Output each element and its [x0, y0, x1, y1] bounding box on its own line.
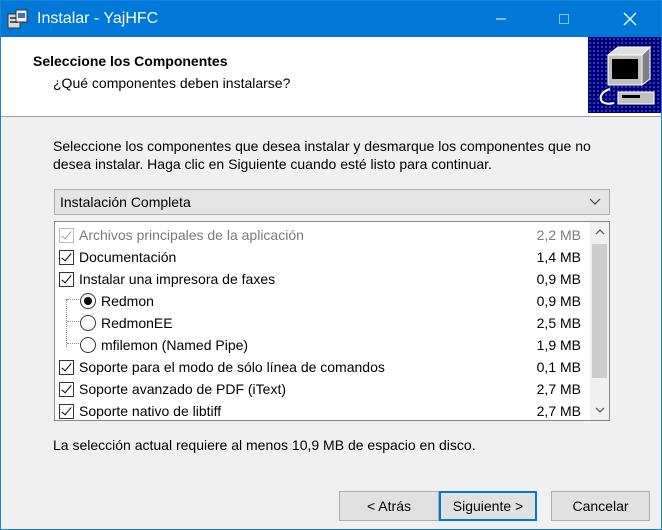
- minimize-button[interactable]: [478, 1, 524, 37]
- radio-button[interactable]: [80, 293, 96, 309]
- list-item[interactable]: Archivos principales de la aplicación 2,…: [55, 224, 585, 246]
- title-bar[interactable]: Instalar - YajHFC: [1, 1, 661, 37]
- disk-space-text: La selección actual requiere al menos 10…: [53, 437, 476, 453]
- checkbox[interactable]: [59, 249, 74, 265]
- computer-install-icon: [588, 37, 661, 113]
- scrollbar-thumb[interactable]: [592, 244, 607, 378]
- component-label: Soporte nativo de libtiff: [79, 403, 222, 419]
- checkbox[interactable]: [59, 227, 74, 243]
- component-size: 0,9 MB: [536, 293, 581, 309]
- component-size: 1,9 MB: [536, 337, 581, 353]
- wizard-header: Seleccione los Componentes ¿Qué componen…: [1, 37, 661, 117]
- scroll-up-button[interactable]: [590, 222, 609, 242]
- page-subtitle: ¿Qué componentes deben instalarse?: [53, 75, 291, 91]
- component-size: 2,7 MB: [536, 403, 581, 419]
- window-title: Instalar - YajHFC: [37, 10, 159, 27]
- component-label: mfilemon (Named Pipe): [101, 337, 249, 353]
- components-list[interactable]: Archivos principales de la aplicación 2,…: [54, 221, 610, 421]
- instructions-text: Seleccione los componentes que desea ins…: [53, 138, 591, 172]
- next-button[interactable]: Siguiente >: [439, 491, 537, 521]
- radio-button[interactable]: [80, 315, 96, 331]
- cancel-button[interactable]: Cancelar: [551, 491, 650, 521]
- list-item[interactable]: Redmon 0,9 MB: [55, 290, 585, 312]
- list-item[interactable]: Soporte avanzado de PDF (iText) 2,7 MB: [55, 378, 585, 400]
- radio-button[interactable]: [80, 337, 96, 353]
- install-type-dropdown[interactable]: Instalación Completa: [54, 189, 610, 215]
- installer-window: Instalar - YajHFC Seleccione los Compone…: [0, 0, 662, 530]
- component-size: 0,1 MB: [536, 359, 581, 375]
- component-size: 1,4 MB: [536, 249, 581, 265]
- checkbox[interactable]: [59, 381, 74, 397]
- component-label: Soporte para el modo de sólo línea de co…: [79, 359, 385, 375]
- minimize-icon: [496, 18, 506, 20]
- vertical-scrollbar[interactable]: [590, 222, 609, 420]
- list-item[interactable]: Soporte para el modo de sólo línea de co…: [55, 356, 585, 378]
- close-button[interactable]: [607, 1, 653, 37]
- component-label: Instalar una impresora de faxes: [79, 271, 276, 287]
- component-size: 2,2 MB: [536, 227, 581, 243]
- list-item[interactable]: RedmonEE 2,5 MB: [55, 312, 585, 334]
- list-item[interactable]: Instalar una impresora de faxes 0,9 MB: [55, 268, 585, 290]
- component-size: 0,9 MB: [536, 271, 581, 287]
- component-label: Redmon: [101, 293, 154, 309]
- checkbox[interactable]: [59, 271, 74, 287]
- list-item[interactable]: Soporte nativo de libtiff 2,7 MB: [55, 400, 585, 420]
- page-title: Seleccione los Componentes: [33, 53, 228, 69]
- component-label: Soporte avanzado de PDF (iText): [79, 381, 286, 397]
- back-button[interactable]: < Atrás: [339, 491, 439, 521]
- list-item[interactable]: Documentación 1,4 MB: [55, 246, 585, 268]
- close-icon: [623, 12, 637, 26]
- install-type-value: Instalación Completa: [60, 194, 191, 210]
- scroll-down-button[interactable]: [590, 400, 609, 420]
- checkbox[interactable]: [59, 359, 74, 375]
- chevron-down-icon: [589, 193, 601, 214]
- component-label: RedmonEE: [101, 315, 173, 331]
- checkbox[interactable]: [59, 403, 74, 419]
- chevron-down-icon: [595, 407, 604, 413]
- list-item[interactable]: mfilemon (Named Pipe) 1,9 MB: [55, 334, 585, 356]
- maximize-button[interactable]: [541, 1, 587, 37]
- component-size: 2,5 MB: [536, 315, 581, 331]
- maximize-icon: [559, 14, 569, 24]
- chevron-up-icon: [595, 229, 604, 235]
- component-label: Documentación: [79, 249, 177, 265]
- component-size: 2,7 MB: [536, 381, 581, 397]
- installer-app-icon: [7, 8, 29, 30]
- component-label: Archivos principales de la aplicación: [79, 227, 304, 243]
